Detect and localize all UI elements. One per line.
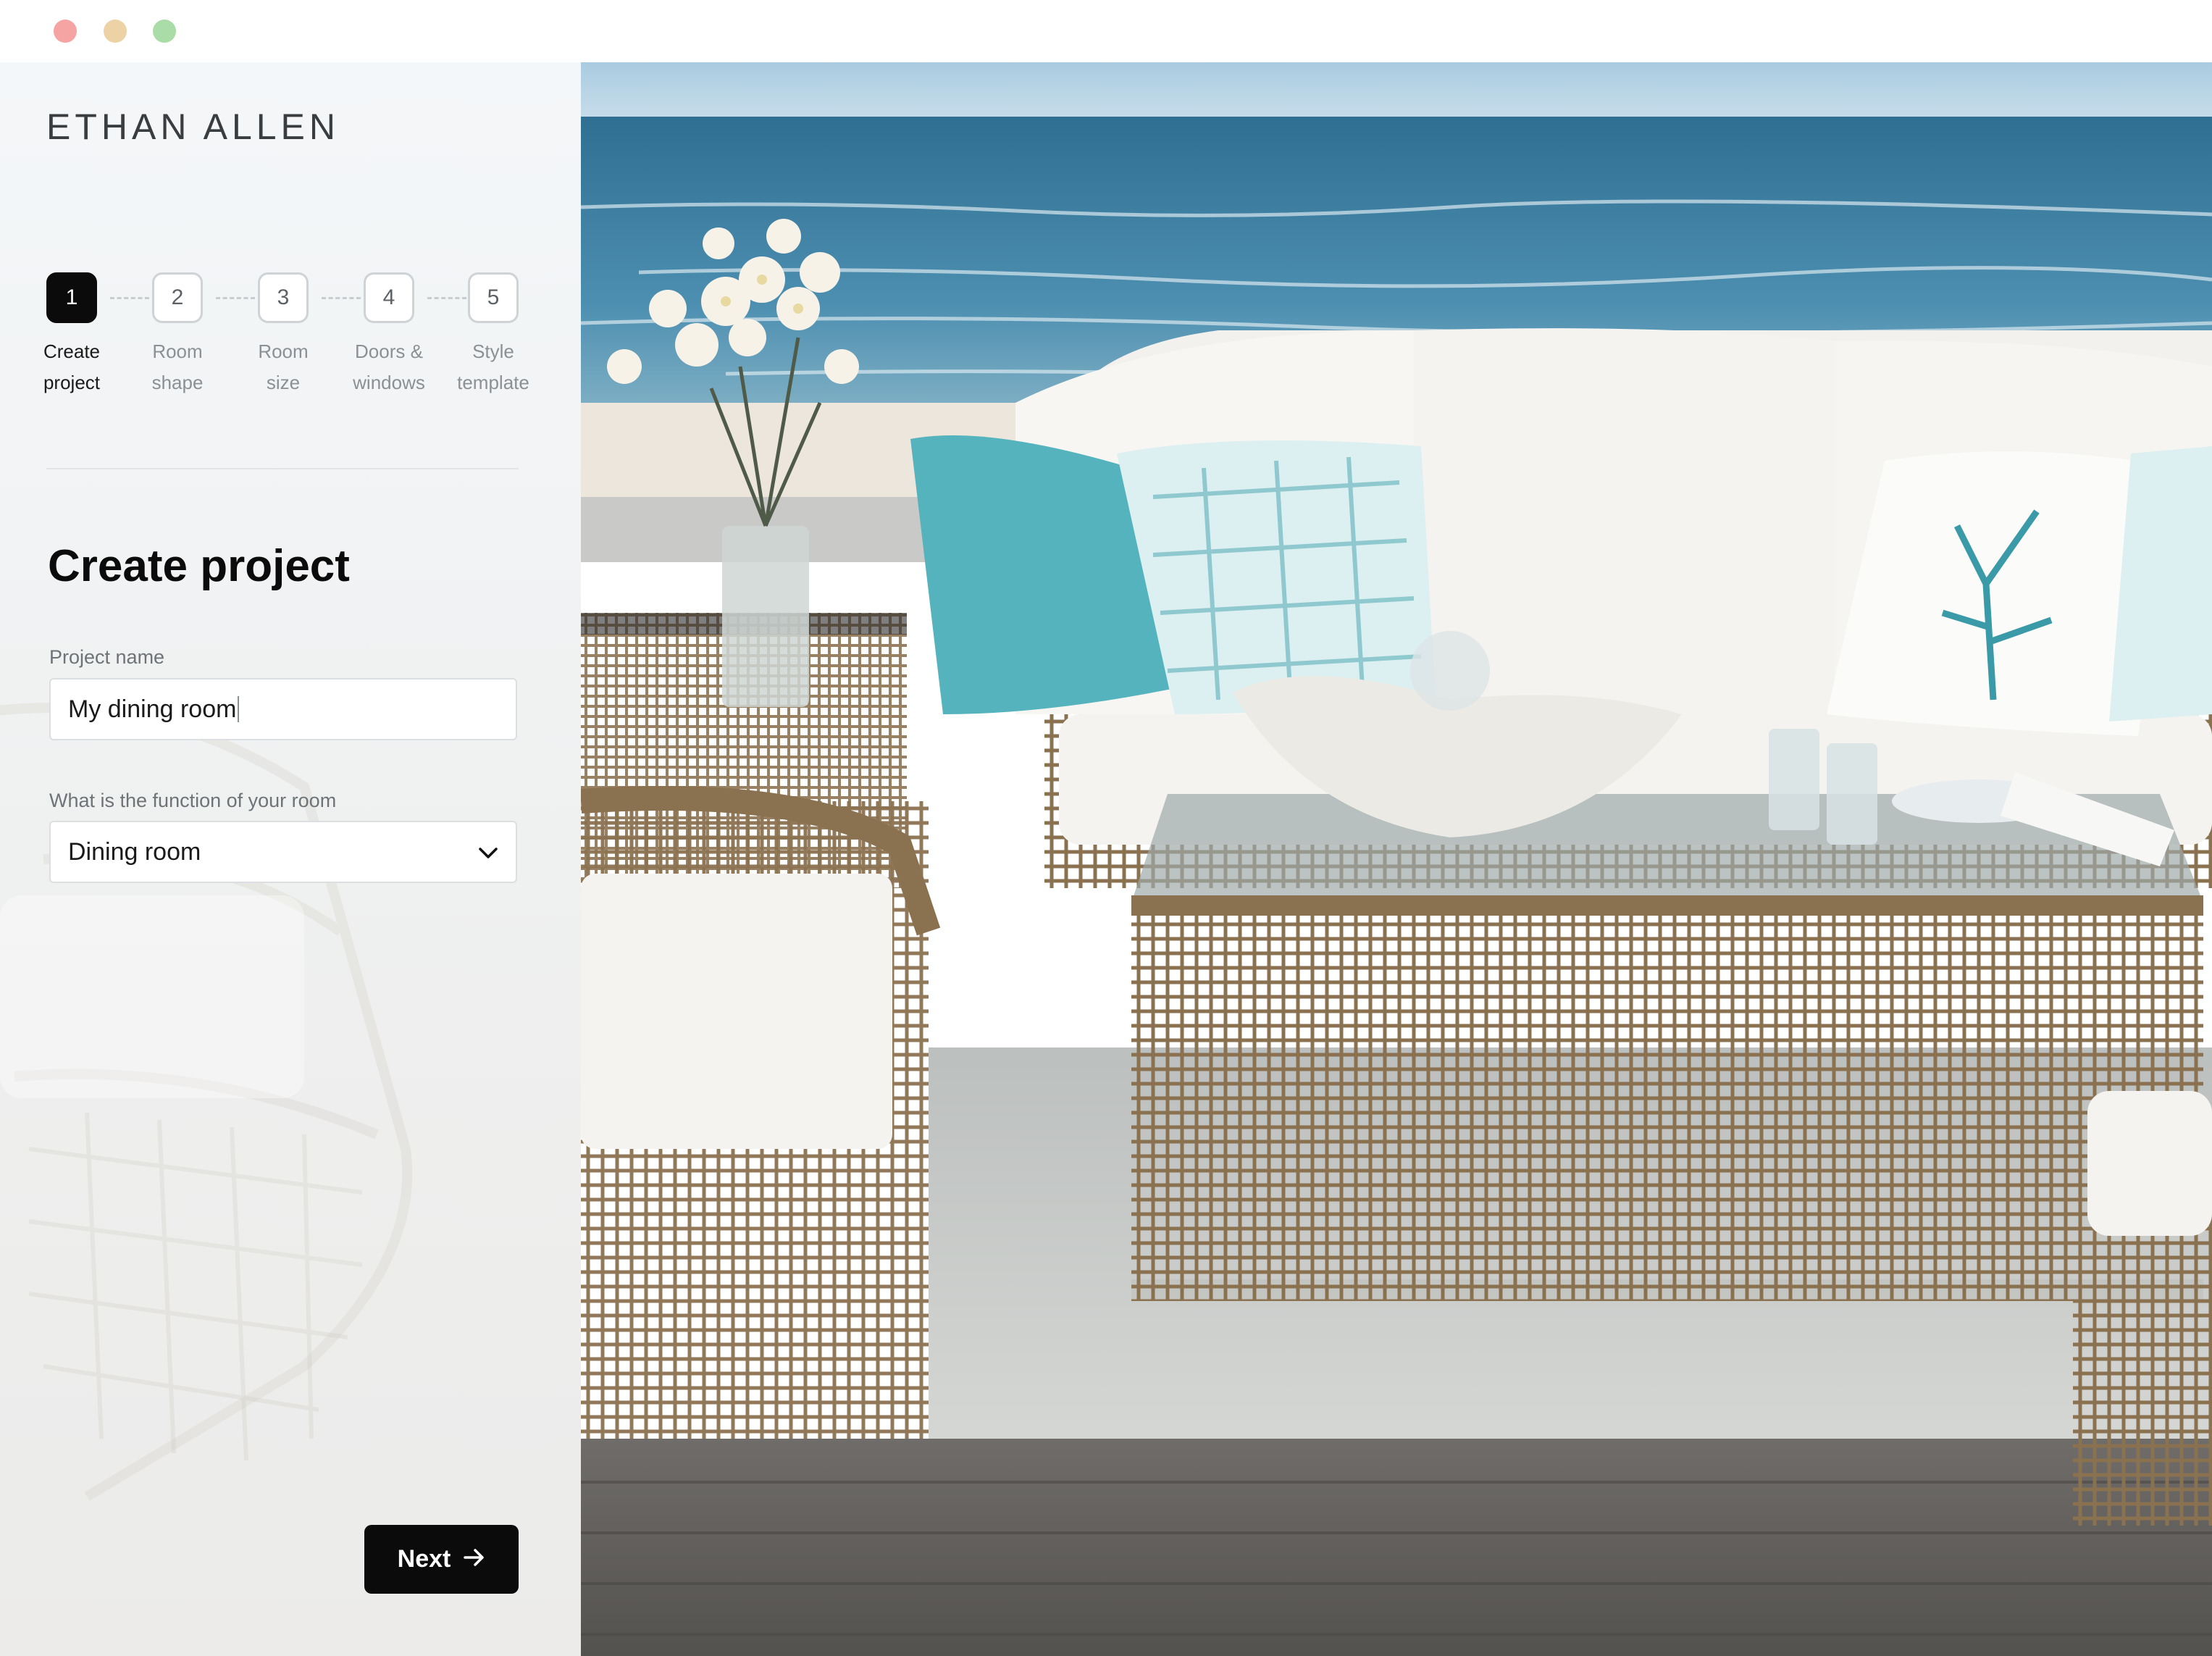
room-function-label: What is the function of your room [49, 790, 337, 811]
step-number: 3 [258, 272, 309, 323]
step-label: Room shape [151, 340, 204, 393]
patio-scene [581, 62, 2212, 1656]
project-name-value: My dining room [68, 695, 237, 723]
step-label: Style template [457, 340, 529, 393]
step-number: 2 [152, 272, 203, 323]
step-number: 4 [364, 272, 414, 323]
next-button-label: Next [397, 1545, 451, 1573]
window-titlebar [0, 0, 2212, 62]
room-function-select[interactable]: Dining room [49, 821, 517, 883]
step-number: 1 [46, 272, 97, 323]
project-setup-panel: ETHAN ALLEN 1 Create project 2 Room shap… [0, 62, 581, 1656]
progress-stepper: 1 Create project 2 Room shape 3 Room siz… [43, 272, 539, 403]
project-name-label: Project name [49, 646, 165, 668]
step-style-template[interactable]: 5 Style template [439, 272, 548, 398]
page-title: Create project [48, 541, 350, 591]
step-label: Doors & windows [353, 340, 425, 393]
step-doors-windows[interactable]: 4 Doors & windows [335, 272, 443, 398]
hero-patio-image [581, 62, 2212, 1656]
step-create-project[interactable]: 1 Create project [17, 272, 126, 398]
step-label: Room size [258, 340, 309, 393]
arrow-right-icon [464, 1545, 485, 1573]
step-number: 5 [468, 272, 519, 323]
close-window-button[interactable] [54, 20, 77, 43]
maximize-window-button[interactable] [153, 20, 176, 43]
step-room-shape[interactable]: 2 Room shape [123, 272, 232, 398]
minimize-window-button[interactable] [104, 20, 127, 43]
step-room-size[interactable]: 3 Room size [229, 272, 338, 398]
brand-logo[interactable]: ETHAN ALLEN [46, 106, 340, 148]
project-name-input[interactable]: My dining room [49, 678, 517, 740]
step-label: Create project [43, 340, 101, 393]
text-caret [238, 696, 240, 722]
next-button[interactable]: Next [364, 1525, 519, 1594]
room-function-value: Dining room [68, 837, 201, 866]
chevron-down-icon [478, 838, 498, 866]
section-divider [46, 468, 519, 469]
